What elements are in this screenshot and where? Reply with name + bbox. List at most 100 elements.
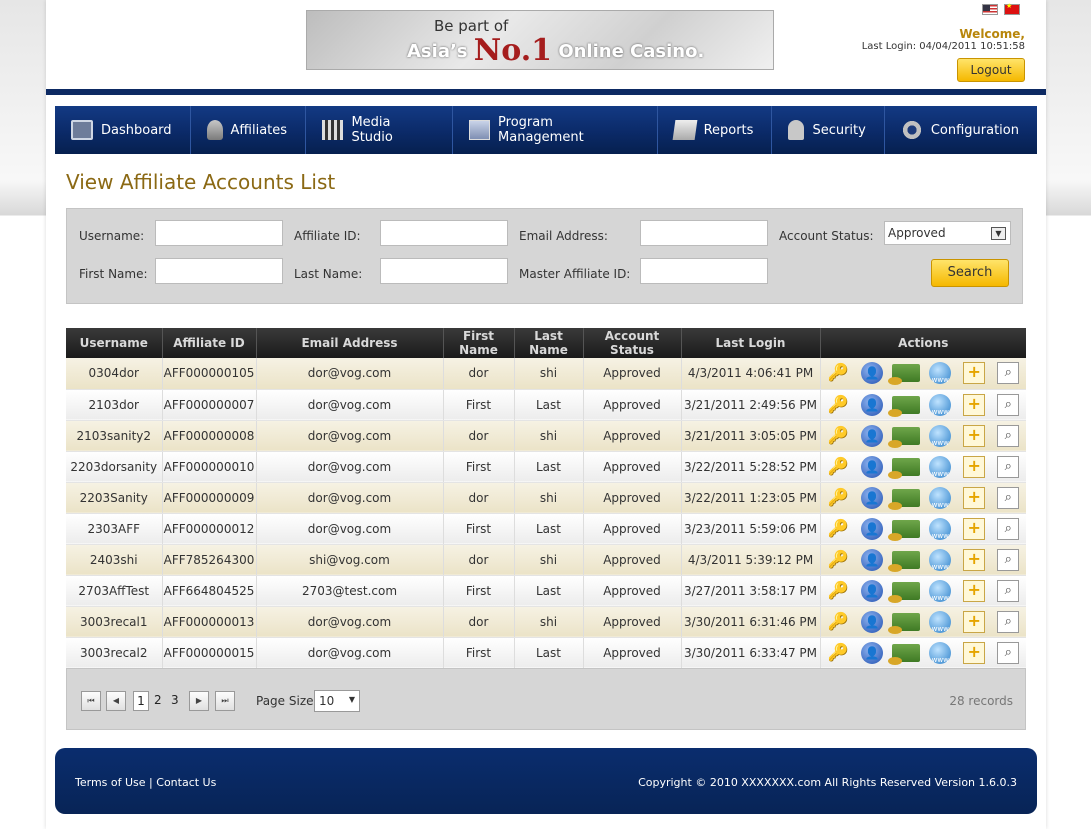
edit-key-button[interactable]: 🔑 <box>822 641 854 665</box>
website-button[interactable]: www <box>924 517 956 541</box>
affiliate-id-input[interactable] <box>380 220 508 246</box>
money-button[interactable] <box>888 641 922 665</box>
user-profile-button[interactable]: 👤 <box>856 486 888 510</box>
col-header-email[interactable]: Email Address <box>256 328 444 358</box>
master-affiliate-input[interactable] <box>640 258 768 284</box>
website-button[interactable]: www <box>924 548 956 572</box>
add-note-button[interactable]: + <box>958 548 990 572</box>
user-profile-button[interactable]: 👤 <box>856 517 888 541</box>
us-flag-icon[interactable] <box>982 4 998 15</box>
col-header-last-login[interactable]: Last Login <box>681 328 821 358</box>
user-profile-button[interactable]: 👤 <box>856 393 888 417</box>
view-details-button[interactable]: ⌕ <box>992 455 1024 479</box>
money-button[interactable] <box>888 361 922 386</box>
nav-program-management[interactable]: Program Management <box>453 106 658 154</box>
add-note-button[interactable]: + <box>958 393 990 417</box>
col-header-last-name[interactable]: Last Name <box>514 328 584 358</box>
username-input[interactable] <box>155 220 283 246</box>
terms-link[interactable]: Terms of Use <box>75 776 146 789</box>
page-1-link[interactable]: 1 <box>133 691 149 711</box>
user-profile-button[interactable]: 👤 <box>856 548 888 572</box>
cell-last-login: 3/30/2011 6:33:47 PM <box>681 637 821 669</box>
user-profile-button[interactable]: 👤 <box>856 641 888 665</box>
website-button[interactable]: www <box>924 393 956 417</box>
money-button[interactable] <box>888 424 922 448</box>
casino-banner[interactable]: Be part of Asia’s No.1 Online Casino. <box>306 10 774 70</box>
add-note-button[interactable]: + <box>958 424 990 448</box>
col-header-account-status[interactable]: Account Status <box>583 328 682 358</box>
col-header-username[interactable]: Username <box>66 328 163 358</box>
website-button[interactable]: www <box>924 641 956 665</box>
website-button[interactable]: www <box>924 361 956 385</box>
add-note-button[interactable]: + <box>958 486 990 510</box>
prev-page-button[interactable]: ◀ <box>106 691 126 711</box>
money-button[interactable] <box>888 548 922 572</box>
nav-affiliates[interactable]: Affiliates <box>191 106 307 154</box>
view-details-button[interactable]: ⌕ <box>992 424 1024 448</box>
first-name-input[interactable] <box>155 258 283 284</box>
last-page-button[interactable]: ⏭ <box>215 691 235 711</box>
website-button[interactable]: www <box>924 424 956 448</box>
add-note-button[interactable]: + <box>958 517 990 541</box>
user-profile-button[interactable]: 👤 <box>856 424 888 448</box>
col-header-first-name[interactable]: First Name <box>443 328 515 358</box>
money-button[interactable] <box>888 486 922 510</box>
cell-last-name: shi <box>514 482 584 514</box>
cell-account-status: Approved <box>583 451 682 483</box>
edit-key-button[interactable]: 🔑 <box>822 424 854 448</box>
money-button[interactable] <box>888 517 922 541</box>
user-profile-button[interactable]: 👤 <box>856 361 888 385</box>
nav-reports[interactable]: Reports <box>658 106 773 154</box>
nav-security[interactable]: Security <box>772 106 885 154</box>
edit-key-button[interactable]: 🔑 <box>822 455 854 479</box>
view-details-button[interactable]: ⌕ <box>992 486 1024 510</box>
view-details-button[interactable]: ⌕ <box>992 641 1024 665</box>
money-button[interactable] <box>888 393 922 417</box>
edit-key-button[interactable]: 🔑 <box>822 610 854 634</box>
add-note-button[interactable]: + <box>958 361 990 385</box>
add-note-button[interactable]: + <box>958 455 990 479</box>
page-3-link[interactable]: 3 <box>171 691 179 711</box>
col-header-affiliate-id[interactable]: Affiliate ID <box>162 328 257 358</box>
money-button[interactable] <box>888 579 922 603</box>
view-details-button[interactable]: ⌕ <box>992 361 1024 385</box>
money-button[interactable] <box>888 610 922 634</box>
page-2-link[interactable]: 2 <box>154 691 162 711</box>
add-note-button[interactable]: + <box>958 641 990 665</box>
logout-button[interactable]: Logout <box>957 58 1025 82</box>
account-status-select[interactable]: Approved ▼ <box>884 221 1011 245</box>
nav-dashboard[interactable]: Dashboard <box>55 106 191 154</box>
view-details-button[interactable]: ⌕ <box>992 610 1024 634</box>
view-details-button[interactable]: ⌕ <box>992 548 1024 572</box>
next-page-button[interactable]: ▶ <box>189 691 209 711</box>
website-button[interactable]: www <box>924 610 956 634</box>
contact-link[interactable]: Contact Us <box>156 776 216 789</box>
add-note-icon: + <box>963 517 986 540</box>
edit-key-button[interactable]: 🔑 <box>822 486 854 510</box>
view-details-button[interactable]: ⌕ <box>992 579 1024 603</box>
last-name-input[interactable] <box>380 258 508 284</box>
website-button[interactable]: www <box>924 486 956 510</box>
view-details-button[interactable]: ⌕ <box>992 517 1024 541</box>
user-profile-button[interactable]: 👤 <box>856 610 888 634</box>
website-button[interactable]: www <box>924 455 956 479</box>
nav-media-studio[interactable]: Media Studio <box>306 106 453 154</box>
search-button[interactable]: Search <box>931 259 1009 287</box>
add-note-button[interactable]: + <box>958 610 990 634</box>
view-details-button[interactable]: ⌕ <box>992 393 1024 417</box>
nav-configuration[interactable]: Configuration <box>885 106 1037 154</box>
money-button[interactable] <box>888 455 922 479</box>
user-profile-button[interactable]: 👤 <box>856 455 888 479</box>
edit-key-button[interactable]: 🔑 <box>822 393 854 417</box>
user-profile-button[interactable]: 👤 <box>856 579 888 603</box>
email-input[interactable] <box>640 220 768 246</box>
website-button[interactable]: www <box>924 579 956 603</box>
add-note-button[interactable]: + <box>958 579 990 603</box>
first-page-button[interactable]: ⏮ <box>81 691 101 711</box>
edit-key-button[interactable]: 🔑 <box>822 579 854 603</box>
edit-key-button[interactable]: 🔑 <box>822 548 854 572</box>
edit-key-button[interactable]: 🔑 <box>822 517 854 541</box>
edit-key-button[interactable]: 🔑 <box>822 361 854 385</box>
china-flag-icon[interactable] <box>1004 2 1020 15</box>
page-size-select[interactable]: 10 ▼ <box>314 690 360 712</box>
